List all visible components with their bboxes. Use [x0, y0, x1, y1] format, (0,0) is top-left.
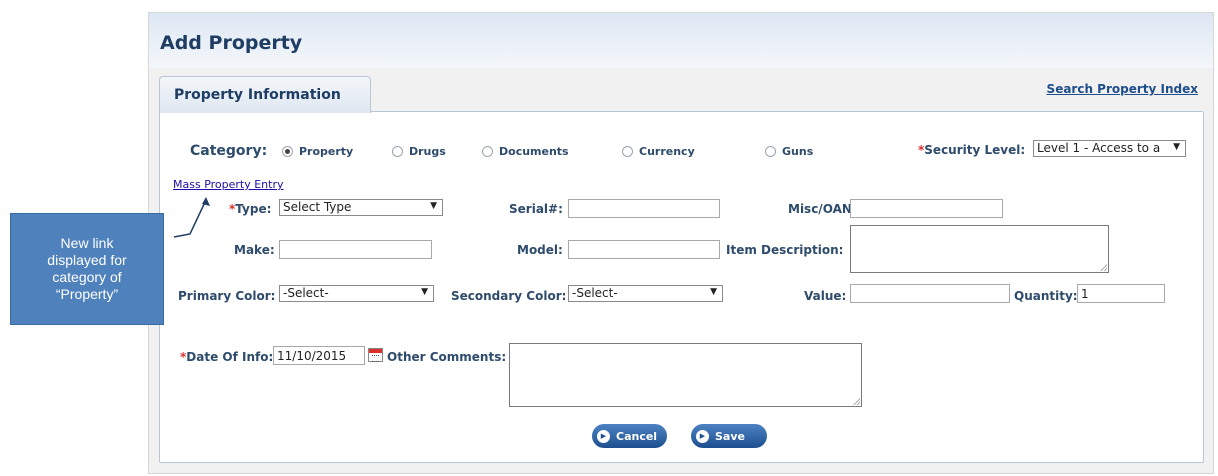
- page-title: Add Property: [160, 32, 303, 54]
- radio-property[interactable]: Property: [282, 145, 353, 158]
- item-description-textarea[interactable]: [850, 225, 1109, 273]
- tab-label: Property Information: [174, 87, 341, 103]
- radio-dot: [482, 146, 493, 157]
- category-label: Category:: [190, 143, 268, 159]
- radio-documents[interactable]: Documents: [482, 145, 569, 158]
- serial-input[interactable]: [568, 199, 720, 218]
- save-button[interactable]: ▶ Save: [691, 424, 767, 448]
- date-of-info-input[interactable]: 11/10/2015: [273, 346, 365, 365]
- play-circle-icon: ▶: [597, 429, 610, 443]
- radio-dot: [392, 146, 403, 157]
- make-label: Make:: [234, 243, 275, 257]
- calendar-icon[interactable]: [368, 348, 383, 362]
- callout-arrow: [173, 197, 210, 238]
- misc-oan-input[interactable]: [850, 199, 1003, 218]
- resize-grip-icon[interactable]: [1100, 264, 1107, 271]
- page-header: Add Property: [149, 13, 1213, 68]
- radio-dot: [765, 146, 776, 157]
- callout-note: New link displayed for category of “Prop…: [10, 213, 164, 325]
- mass-property-entry-link[interactable]: Mass Property Entry: [173, 178, 284, 191]
- cancel-button[interactable]: ▶ Cancel: [592, 424, 668, 448]
- chevron-down-icon: ▼: [430, 201, 437, 211]
- date-of-info-label: *Date Of Info:: [180, 350, 274, 364]
- tab-property-information[interactable]: Property Information: [159, 76, 371, 113]
- type-select[interactable]: Select Type ▼: [279, 199, 443, 216]
- chevron-down-icon: ▼: [710, 287, 717, 297]
- radio-dot: [282, 146, 293, 157]
- radio-guns[interactable]: Guns: [765, 145, 813, 158]
- radio-dot: [622, 146, 633, 157]
- make-input[interactable]: [279, 240, 432, 259]
- quantity-label: Quantity:: [1014, 289, 1078, 303]
- security-level-label: *Security Level:: [918, 143, 1026, 157]
- search-property-index-link[interactable]: Search Property Index: [1047, 82, 1198, 96]
- model-label: Model:: [517, 243, 563, 257]
- secondary-color-select[interactable]: -Select- ▼: [568, 285, 723, 302]
- type-label: *Type:: [229, 202, 272, 216]
- primary-color-select[interactable]: -Select- ▼: [279, 285, 434, 302]
- radio-drugs[interactable]: Drugs: [392, 145, 446, 158]
- resize-grip-icon[interactable]: [853, 398, 860, 405]
- radio-currency[interactable]: Currency: [622, 145, 695, 158]
- primary-color-label: Primary Color:: [178, 289, 276, 303]
- security-level-select[interactable]: Level 1 - Access to a ▼: [1033, 140, 1186, 157]
- model-input[interactable]: [568, 240, 720, 259]
- misc-oan-label: Misc/OAN:: [788, 202, 857, 216]
- chevron-down-icon: ▼: [421, 287, 428, 297]
- value-label: Value:: [804, 289, 847, 303]
- quantity-input[interactable]: 1: [1077, 284, 1165, 303]
- play-circle-icon: ▶: [696, 429, 709, 443]
- other-comments-textarea[interactable]: [509, 343, 862, 407]
- secondary-color-label: Secondary Color:: [451, 289, 567, 303]
- other-comments-label: Other Comments:: [387, 350, 507, 364]
- chevron-down-icon: ▼: [1173, 142, 1180, 152]
- serial-label: Serial#:: [509, 202, 563, 216]
- item-description-label: Item Description:: [726, 243, 844, 257]
- value-input[interactable]: [850, 284, 1010, 303]
